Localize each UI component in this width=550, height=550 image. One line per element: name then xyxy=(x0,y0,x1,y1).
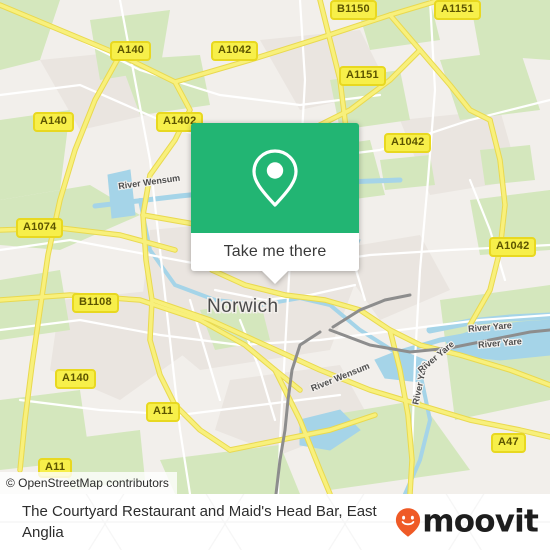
road-shield: A140 xyxy=(55,369,97,389)
road-shield: A140 xyxy=(110,41,152,61)
map-pin-icon xyxy=(252,149,298,207)
road-shield: B1108 xyxy=(72,293,119,313)
destination-callout[interactable]: Take me there xyxy=(191,123,359,284)
road-shield: A1151 xyxy=(339,66,386,86)
road-shield: A1074 xyxy=(16,218,64,238)
road-shield: A1042 xyxy=(489,237,537,257)
callout-tail xyxy=(261,270,289,284)
bottom-info-bar: The Courtyard Restaurant and Maid's Head… xyxy=(0,494,550,550)
road-shield: A47 xyxy=(491,433,526,453)
callout-pin-panel xyxy=(191,123,359,233)
road-shield: A1042 xyxy=(384,133,432,153)
place-title: The Courtyard Restaurant and Maid's Head… xyxy=(22,503,377,541)
road-shield: B1150 xyxy=(330,0,377,20)
moovit-smiley-pin-icon xyxy=(396,507,421,537)
road-shield: A1042 xyxy=(211,41,259,61)
city-label-norwich: Norwich xyxy=(207,296,279,317)
map-viewport[interactable]: B1150 A1151 A140 A1042 A1151 A140 A1402 … xyxy=(0,0,550,494)
moovit-logo[interactable]: moovit xyxy=(395,503,539,540)
map-screenshot: B1150 A1151 A140 A1042 A1151 A140 A1402 … xyxy=(0,0,550,550)
take-me-there-label: Take me there xyxy=(223,243,327,260)
road-shield: A1151 xyxy=(434,0,481,20)
moovit-wordmark: moovit xyxy=(422,503,539,540)
osm-attribution[interactable]: © OpenStreetMap contributors xyxy=(0,472,177,494)
road-shield: A140 xyxy=(33,112,75,132)
road-shield: A11 xyxy=(146,402,181,422)
callout-action-panel[interactable]: Take me there xyxy=(191,233,359,284)
